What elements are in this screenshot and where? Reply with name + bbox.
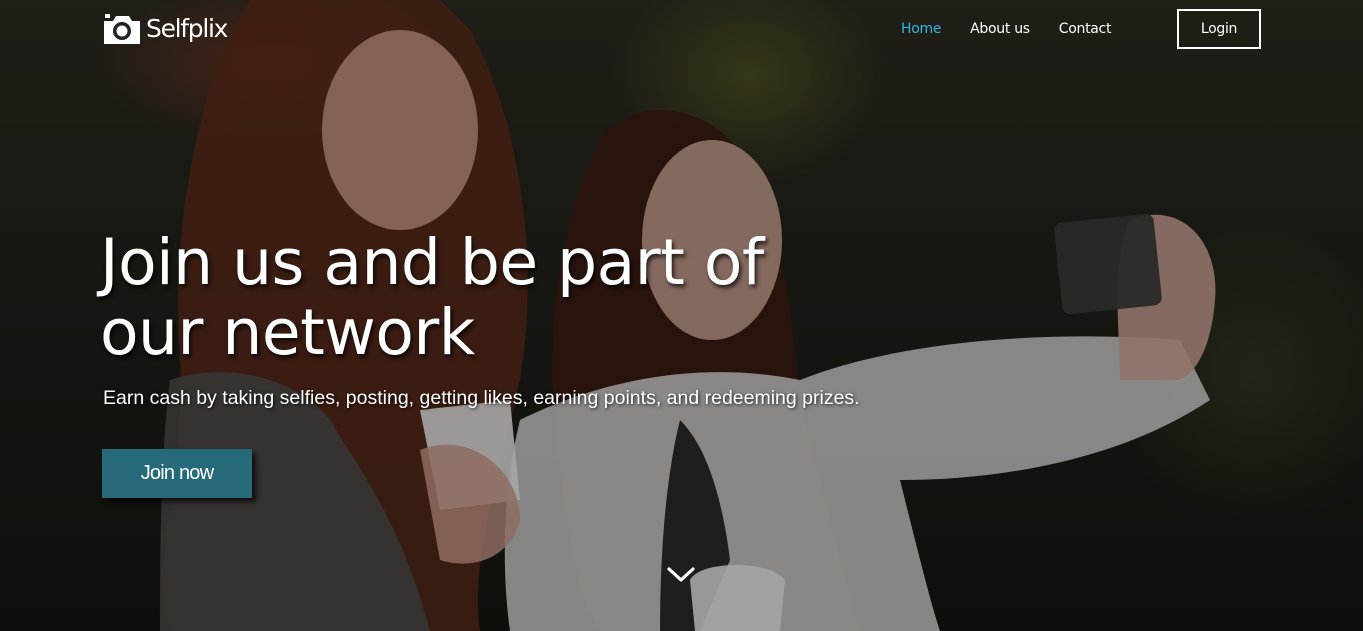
nav-link-about-us[interactable]: About us: [970, 18, 1030, 40]
nav-link-home[interactable]: Home: [901, 18, 941, 40]
main-nav: Home About us Contact: [901, 18, 1111, 40]
brand-logo[interactable]: Selfplix: [102, 12, 228, 46]
hero-headline: Join us and be part of our network: [100, 228, 860, 368]
login-button[interactable]: Login: [1177, 9, 1261, 49]
join-now-button[interactable]: Join now: [102, 449, 252, 498]
chevron-down-icon[interactable]: [666, 565, 696, 585]
hero-subheadline: Earn cash by taking selfies, posting, ge…: [103, 387, 860, 409]
hero-headline-line-2: our network: [100, 296, 475, 369]
nav-link-contact[interactable]: Contact: [1059, 18, 1112, 40]
hero-section: Selfplix Home About us Contact Login Joi…: [0, 0, 1363, 631]
brand-name: Selfplix: [146, 14, 228, 43]
camera-icon: [104, 14, 140, 44]
hero-headline-line-1: Join us and be part of: [100, 226, 764, 299]
